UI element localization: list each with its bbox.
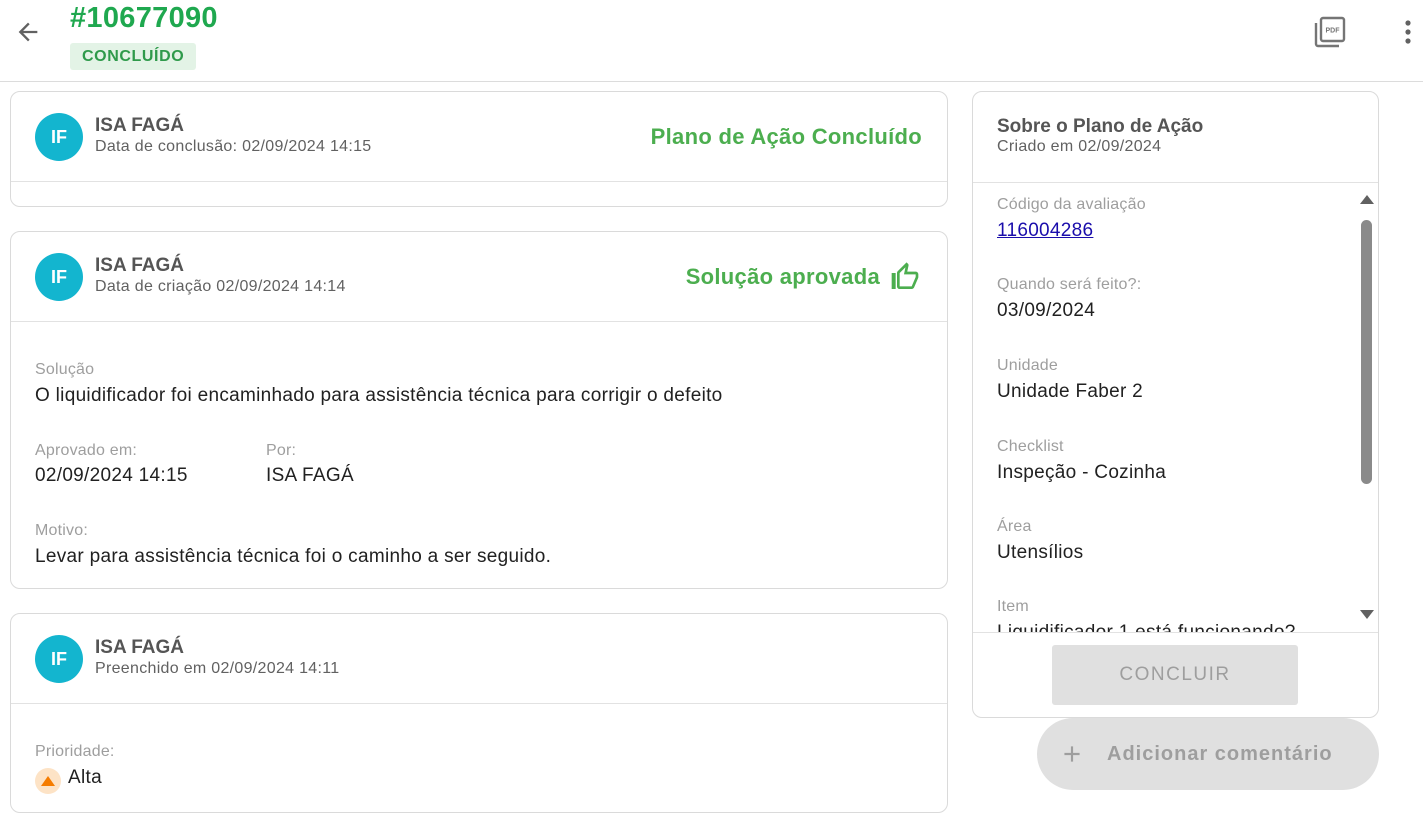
- panel-created-date: Criado em 02/09/2024: [997, 138, 1162, 155]
- completion-status-text: Plano de Ação Concluído: [650, 124, 922, 149]
- card-header: IF ISA FAGÁ Data de criação 02/09/2024 1…: [11, 232, 947, 322]
- arrow-back-icon: [14, 18, 42, 51]
- approved-by-value: ISA FAGÁ: [266, 465, 354, 486]
- author-name: ISA FAGÁ: [95, 255, 185, 276]
- evaluation-code-label: Código da avaliação: [997, 196, 1146, 213]
- author-name: ISA FAGÁ: [95, 637, 185, 658]
- approved-by-label: Por:: [266, 442, 297, 459]
- more-vertical-icon: [1404, 19, 1412, 50]
- author-name: ISA FAGÁ: [95, 115, 185, 136]
- more-options-button[interactable]: [1396, 16, 1420, 52]
- status-badge: CONCLUÍDO: [70, 43, 197, 70]
- priority-label: Prioridade:: [35, 743, 115, 760]
- evaluation-code-link[interactable]: 116004286: [997, 220, 1093, 242]
- panel-header: Sobre o Plano de Ação Criado em 02/09/20…: [973, 92, 1378, 183]
- completion-card: IF ISA FAGÁ Data de conclusão: 02/09/202…: [10, 91, 948, 207]
- unit-value: Unidade Faber 2: [997, 381, 1144, 402]
- panel-footer: CONCLUIR: [973, 632, 1378, 717]
- card-header: IF ISA FAGÁ Preenchido em 02/09/2024 14:…: [11, 614, 947, 704]
- scroll-down-arrow-icon[interactable]: [1360, 610, 1374, 619]
- reason-label: Motivo:: [35, 522, 88, 539]
- checklist-value: Inspeção - Cozinha: [997, 462, 1167, 483]
- solution-status-text: Solução aprovada: [685, 264, 880, 289]
- avatar: IF: [35, 253, 83, 301]
- solution-card: IF ISA FAGÁ Data de criação 02/09/2024 1…: [10, 231, 948, 589]
- card-header: IF ISA FAGÁ Data de conclusão: 02/09/202…: [11, 92, 947, 182]
- solution-value: O liquidificador foi encaminhado para as…: [35, 385, 723, 406]
- area-label: Área: [997, 518, 1032, 535]
- svg-text:PDF: PDF: [1326, 27, 1341, 34]
- add-comment-label: Adicionar comentário: [1107, 742, 1333, 765]
- plus-icon: [1059, 741, 1085, 767]
- scrollbar-thumb[interactable]: [1361, 220, 1372, 484]
- unit-label: Unidade: [997, 357, 1059, 374]
- panel-scrollbar[interactable]: [1357, 184, 1377, 632]
- scroll-up-arrow-icon[interactable]: [1360, 195, 1374, 204]
- avatar: IF: [35, 113, 83, 161]
- top-bar: #10677090 CONCLUÍDO PDF: [0, 0, 1423, 82]
- conclude-button[interactable]: CONCLUIR: [1052, 645, 1298, 705]
- completion-status: Plano de Ação Concluído: [651, 124, 922, 150]
- item-value: Liquidificador 1 está funcionando?: [997, 622, 1296, 632]
- thumbs-up-icon: [888, 261, 922, 293]
- area-value: Utensílios: [997, 542, 1084, 563]
- plan-id-title: #10677090: [70, 2, 218, 34]
- panel-details: Código da avaliação 116004286 Quando ser…: [973, 184, 1356, 632]
- add-comment-button[interactable]: Adicionar comentário: [1037, 718, 1379, 790]
- approved-value: 02/09/2024 14:15: [35, 465, 188, 486]
- details-card: IF ISA FAGÁ Preenchido em 02/09/2024 14:…: [10, 613, 948, 813]
- completion-date: Data de conclusão: 02/09/2024 14:15: [95, 138, 372, 155]
- solution-label: Solução: [35, 361, 95, 378]
- pdf-icon: PDF: [1313, 15, 1347, 54]
- back-button[interactable]: [12, 18, 44, 50]
- item-label: Item: [997, 598, 1029, 615]
- priority-high-icon: [35, 768, 61, 794]
- checklist-label: Checklist: [997, 438, 1064, 455]
- approved-label: Aprovado em:: [35, 442, 138, 459]
- panel-title: Sobre o Plano de Ação: [997, 116, 1204, 137]
- creation-date: Data de criação 02/09/2024 14:14: [95, 278, 346, 295]
- action-plan-info-panel: Sobre o Plano de Ação Criado em 02/09/20…: [972, 91, 1379, 718]
- filled-date: Preenchido em 02/09/2024 14:11: [95, 660, 340, 677]
- reason-value: Levar para assistência técnica foi o cam…: [35, 546, 552, 567]
- due-date-label: Quando será feito?:: [997, 276, 1142, 293]
- priority-value: Alta: [68, 767, 102, 788]
- avatar: IF: [35, 635, 83, 683]
- solution-status: Solução aprovada: [686, 261, 922, 293]
- due-date-value: 03/09/2024: [997, 300, 1096, 321]
- export-pdf-button[interactable]: PDF: [1312, 16, 1348, 52]
